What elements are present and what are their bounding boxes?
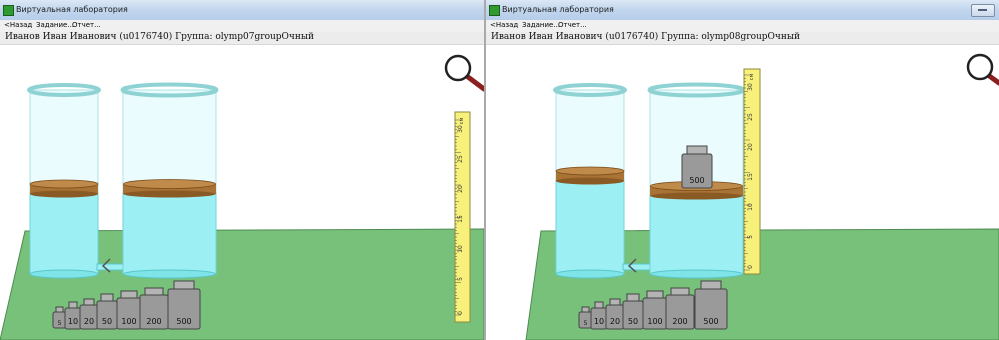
ruler-unit: см [749, 74, 755, 81]
weight-100-label: 100 [121, 317, 136, 326]
user-bar: Иванов Иван Иванович (u0176740) Группа: … [0, 32, 484, 45]
ruler-label-5: 5 [747, 235, 754, 239]
ruler-label-20: 20 [747, 143, 754, 151]
weight-20-label: 20 [84, 317, 94, 326]
ruler-label-15: 15 [457, 215, 464, 223]
menu-bar: <Назад Задание... Отчет... [486, 20, 999, 32]
ruler-label-5: 5 [457, 277, 464, 281]
ruler-label-25: 25 [747, 113, 754, 121]
menu-report[interactable]: Отчет... [558, 21, 587, 29]
user-bar: Иванов Иван Иванович (u0176740) Группа: … [486, 32, 999, 45]
weight-500-label: 500 [689, 176, 704, 185]
user-info: Иванов Иван Иванович (u0176740) Группа: … [491, 32, 801, 42]
right-window: Виртуальная лаборатория <Назад Задание..… [486, 0, 999, 340]
magnifier-icon[interactable] [966, 53, 999, 86]
ruler-label-30: 30 [747, 83, 754, 91]
menu-bar: <Назад Задание... Отчет... [0, 20, 484, 32]
connector-tube [622, 263, 652, 271]
ruler-unit: см [459, 118, 465, 125]
weight-500-label: 500 [703, 317, 718, 326]
left-piston[interactable] [555, 166, 625, 185]
ruler-label-10: 10 [747, 203, 754, 211]
menu-back[interactable]: <Назад [490, 21, 518, 29]
weight-200-label: 200 [146, 317, 161, 326]
app-icon [3, 5, 14, 16]
weight-500-on-piston[interactable]: 500 [681, 145, 713, 189]
menu-task[interactable]: Задание... [522, 21, 560, 29]
right-cylinder [120, 82, 219, 279]
magnifier-icon[interactable] [444, 54, 484, 92]
menu-back[interactable]: <Назад [4, 21, 32, 29]
ruler-label-10: 10 [457, 245, 464, 253]
title-bar[interactable]: Виртуальная лаборатория [0, 0, 484, 21]
lab-scene: 500 30 25 20 15 10 5 0 см 5 10 20 50 100… [525, 53, 999, 340]
left-cylinder [553, 83, 627, 279]
weight-10-label: 10 [68, 317, 78, 326]
ruler[interactable]: 30 25 20 15 10 5 0 см [743, 68, 761, 275]
ruler-label-0: 0 [747, 265, 754, 269]
left-window: Виртуальная лаборатория <Назад Задание..… [0, 0, 484, 340]
weight-10-label: 10 [594, 317, 604, 326]
lab-scene: 30 25 20 15 10 5 0 см 5 10 20 50 100 200… [0, 54, 484, 340]
weight-50-label: 50 [628, 317, 638, 326]
window-title: Виртуальная лаборатория [16, 5, 128, 14]
right-piston[interactable] [123, 179, 216, 198]
weight-5-label: 5 [584, 320, 588, 327]
menu-task[interactable]: Задание... [36, 21, 74, 29]
ruler-label-25: 25 [457, 155, 464, 163]
weight-100[interactable]: 100 [116, 290, 142, 330]
minimize-button[interactable] [971, 4, 995, 17]
weight-200-label: 200 [672, 317, 687, 326]
user-info: Иванов Иван Иванович (u0176740) Группа: … [5, 32, 315, 42]
window-title: Виртуальная лаборатория [502, 5, 614, 14]
app-icon [489, 5, 500, 16]
weight-5-label: 5 [58, 320, 62, 327]
weight-500-label: 500 [176, 317, 191, 326]
left-piston[interactable] [29, 179, 99, 198]
ruler-label-30: 30 [457, 125, 464, 133]
connector-tube [96, 263, 126, 271]
left-cylinder [27, 83, 101, 279]
ruler-label-20: 20 [457, 185, 464, 193]
weight-100[interactable]: 100 [642, 290, 668, 330]
right-cylinder: 500 [647, 82, 746, 279]
menu-report[interactable]: Отчет... [72, 21, 101, 29]
ruler-label-15: 15 [747, 173, 754, 181]
weight-50-label: 50 [102, 317, 112, 326]
ruler[interactable]: 30 25 20 15 10 5 0 см [454, 111, 471, 323]
title-bar[interactable]: Виртуальная лаборатория [486, 0, 999, 21]
weight-20-label: 20 [610, 317, 620, 326]
weight-100-label: 100 [647, 317, 662, 326]
ruler-label-0: 0 [457, 311, 464, 315]
